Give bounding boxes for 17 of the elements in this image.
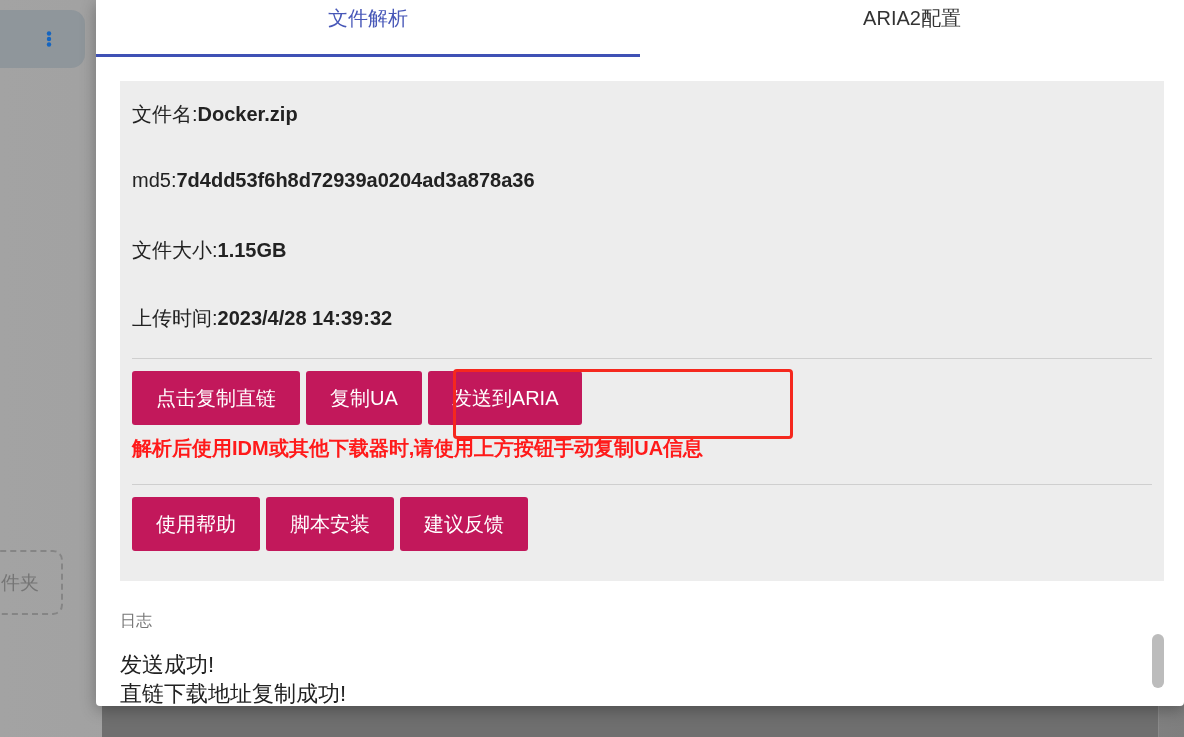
warning-text: 解析后使用IDM或其他下载器时,请使用上方按钮手动复制UA信息: [132, 436, 704, 461]
scrollbar-thumb[interactable]: [1152, 634, 1164, 688]
info-text: md5:7d4dd53f6h8d72939a0204ad3a878a36: [132, 169, 536, 193]
tab[interactable]: ARIA2配置: [640, 0, 1184, 57]
action-button[interactable]: 复制UA: [306, 371, 422, 425]
help-button[interactable]: 建议反馈: [400, 497, 528, 551]
log-label: 日志: [120, 611, 153, 631]
log-line: 发送成功!: [120, 651, 215, 679]
log-line: 直链下载地址复制成功!: [120, 680, 347, 708]
tab[interactable]: 文件解析: [96, 0, 640, 57]
info-text: 上传时间:2023/4/28 14:39:32: [132, 306, 394, 331]
info-text: 文件大小:1.15GB: [132, 238, 288, 263]
action-button[interactable]: 点击复制直链: [132, 371, 300, 425]
info-text: 文件名:Docker.zip: [132, 102, 299, 127]
more-icon[interactable]: [46, 31, 52, 47]
help-button[interactable]: 脚本安装: [266, 497, 394, 551]
help-button[interactable]: 使用帮助: [132, 497, 260, 551]
